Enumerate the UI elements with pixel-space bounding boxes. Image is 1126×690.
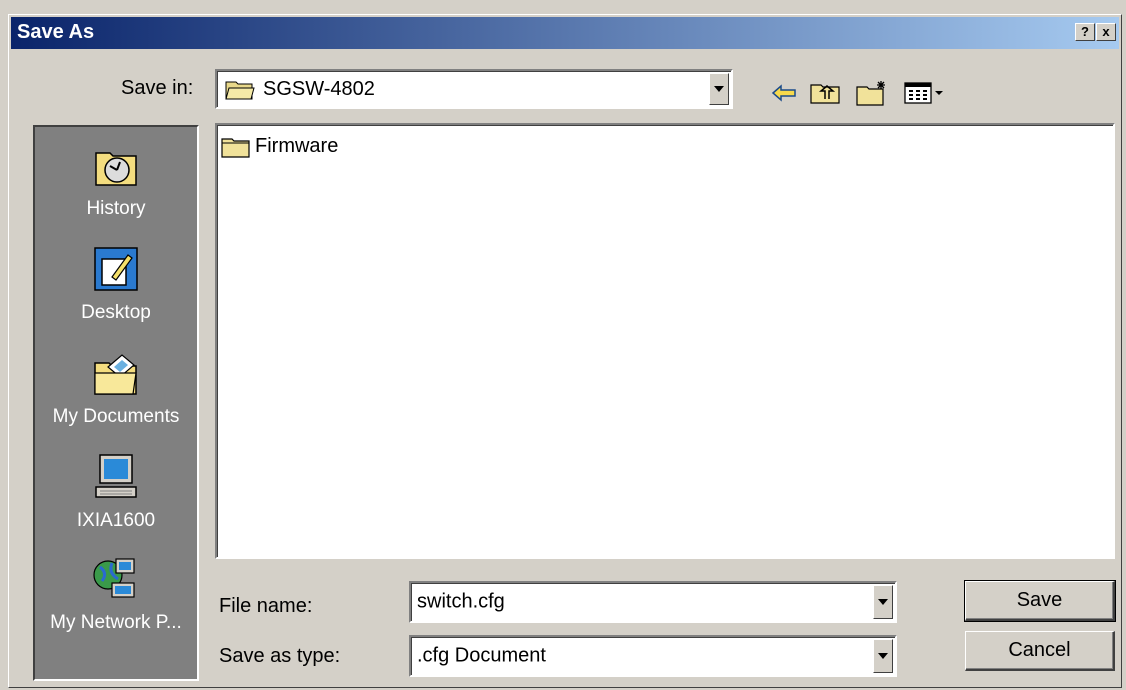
save-in-value: SGSW-4802 — [263, 78, 375, 100]
computer-icon — [95, 454, 137, 498]
new-folder-icon[interactable] — [855, 79, 891, 107]
place-computer[interactable]: IXIA1600 — [35, 453, 197, 532]
place-desktop[interactable]: Desktop — [35, 245, 197, 324]
folder-open-icon — [225, 81, 255, 100]
network-places-icon — [93, 558, 135, 598]
place-label: My Documents — [52, 406, 180, 427]
save-as-type-dropdown-arrow[interactable] — [873, 639, 893, 673]
place-label: My Network P... — [50, 612, 182, 633]
desktop-icon — [94, 247, 138, 291]
file-name-dropdown-arrow[interactable] — [873, 585, 893, 619]
places-bar: History Desktop My Documents IXIA1600 My… — [33, 125, 199, 681]
up-folder-icon[interactable] — [809, 79, 843, 107]
title-bar[interactable]: Save As ? x — [11, 17, 1119, 49]
my-documents-icon — [94, 354, 137, 395]
file-name: Firmware — [255, 135, 339, 157]
help-button[interactable]: ? — [1075, 23, 1095, 41]
file-list[interactable]: Firmware — [215, 123, 1115, 559]
save-as-type-value: .cfg Document — [417, 644, 546, 667]
place-label: History — [86, 198, 146, 219]
save-in-combo[interactable]: SGSW-4802 — [215, 69, 733, 109]
close-button[interactable]: x — [1096, 23, 1116, 41]
place-label: Desktop — [81, 302, 151, 323]
save-as-dialog: Save As ? x Save in: SGSW-4802 History D… — [8, 14, 1122, 688]
file-name-value: switch.cfg — [417, 590, 505, 613]
save-in-label: Save in: — [121, 77, 194, 99]
save-in-dropdown-arrow[interactable] — [709, 73, 729, 105]
save-as-type-label: Save as type: — [219, 645, 341, 667]
place-my-documents[interactable]: My Documents — [35, 349, 197, 428]
dialog-title: Save As — [17, 21, 95, 43]
back-arrow-icon[interactable] — [769, 79, 801, 107]
file-name-label: File name: — [219, 595, 313, 617]
history-icon — [95, 152, 137, 186]
save-button[interactable]: Save — [964, 580, 1116, 622]
cancel-button[interactable]: Cancel — [965, 631, 1115, 671]
place-label: IXIA1600 — [76, 510, 156, 531]
place-history[interactable]: History — [35, 141, 197, 220]
folder-icon — [221, 138, 250, 158]
view-menu-icon[interactable] — [903, 79, 947, 107]
place-network[interactable]: My Network P... — [35, 555, 197, 634]
save-as-type-select[interactable]: .cfg Document — [409, 635, 897, 677]
file-name-input[interactable]: switch.cfg — [409, 581, 897, 623]
